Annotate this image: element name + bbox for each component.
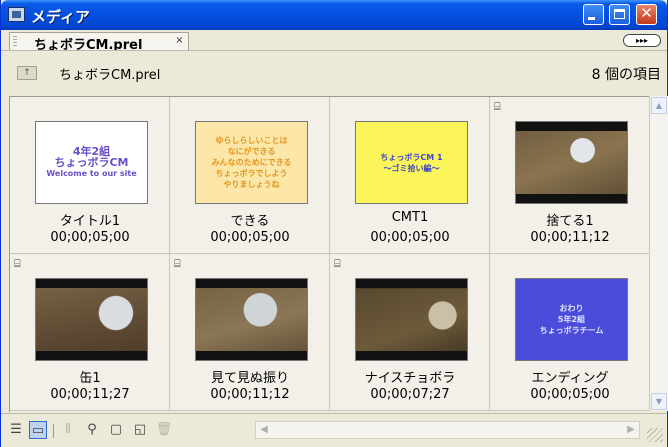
media-thumbnail[interactable] [35,278,148,361]
media-thumbnail[interactable]: 4年2組 ちょっボラCM Welcome to our site [35,121,148,204]
scroll-up-icon[interactable]: ▲ [651,97,667,114]
thumbnail-text: 〜ゴミ拾い編〜 [383,163,440,173]
media-window-icon [8,7,25,22]
thumbnail-text: ちょっボラチーム [539,326,604,335]
tab-project[interactable]: ちょボラCM.prel × [9,32,189,53]
film-clip-icon: ⌸ [494,100,501,113]
media-grid: 4年2組 ちょっボラCM Welcome to our site タイトル1 00;00… [9,96,650,412]
panel-menu-button[interactable]: ▸▸▸ [623,34,661,47]
media-item-duration: 00;00;05;00 [50,230,130,245]
media-item-name: タイトル1 [59,214,121,229]
horizontal-scrollbar[interactable]: ◀ ▶ [255,421,640,439]
item-count: 8 個の項目 [591,67,661,83]
media-item[interactable]: ⌸ 缶1 00;00;11;27 [10,254,170,411]
new-bin-icon[interactable]: ▢ [107,421,125,439]
tab-bar: ちょボラCM.prel × ▸▸▸ [1,30,667,53]
thumbnail-text: ちょっボラCM 1 [380,152,443,162]
minimize-button[interactable] [583,4,604,25]
window-title: メディア [31,8,90,26]
media-item[interactable]: ⌸ 捨てる1 00;00;11;12 [490,97,650,254]
media-item[interactable]: おわり 5年2組ちょっボラチームエンディング 00;00;05;00 [490,254,650,411]
path-bar: ↑ ちょボラCM.prel 8 個の項目 [1,50,667,95]
media-item-name: 捨てる1 [546,214,594,229]
media-item-duration: 00;00;05;00 [530,387,610,402]
maximize-button[interactable] [609,4,630,25]
film-clip-icon: ⌸ [14,257,21,270]
thumbnail-text: なにができる [227,147,276,156]
thumbnail-text: 4年2組 [72,145,111,158]
media-item-name: ナイスチョボラ [364,371,456,386]
scroll-right-icon[interactable]: ▶ [623,422,639,438]
automate-sequence-icon[interactable]: ⫴ [59,421,77,439]
media-item[interactable]: ⌸ 見て見ぬ振り 00;00;11;12 [170,254,330,411]
thumbnail-text: ちょっボラCM [54,156,129,169]
media-item-duration: 00;00;11;12 [210,387,290,402]
vertical-scrollbar[interactable]: ▲ ▼ [649,96,668,411]
resize-grip-icon[interactable] [647,428,663,442]
media-thumbnail[interactable]: ちょっボラCM 1 〜ゴミ拾い編〜 [355,121,468,204]
media-item[interactable]: ⌸ ナイスチョボラ 00;00;07;27 [330,254,490,411]
media-thumbnail[interactable] [355,278,468,361]
media-item-duration: 00;00;07;27 [370,387,450,402]
media-item-duration: 00;00;05;00 [210,230,290,245]
media-item-duration: 00;00;11;12 [530,230,610,245]
tab-close-icon[interactable]: × [174,35,185,46]
toolbar-divider [53,424,54,438]
list-view-icon[interactable]: ☰ [7,421,25,439]
film-clip-icon: ⌸ [174,257,181,270]
thumbnail-text: Welcome to our site [46,169,137,178]
thumbnail-text: ゆらしらしいことは [215,136,288,145]
media-window: メディア ✕ ちょボラCM.prel × ▸▸▸ ↑ ちょボラCM.prel 8… [0,0,668,447]
scroll-left-icon[interactable]: ◀ [256,422,272,438]
media-item-duration: 00;00;05;00 [370,230,450,245]
close-button[interactable]: ✕ [636,4,657,25]
trash-icon[interactable]: 🗑 [155,421,173,439]
media-item[interactable]: 4年2組 ちょっボラCM Welcome to our site タイトル1 00;00… [10,97,170,254]
bottom-toolbar: ☰ ▭ ⫴ ⚲ ▢ ◱ 🗑 ◀ ▶ [1,413,667,447]
media-item[interactable]: ちょっボラCM 1 〜ゴミ拾い編〜 CMT1 00;00;05;00 [330,97,490,254]
media-thumbnail[interactable]: ゆらしらしいことは なにができるみんなのためにできる ちょっボラでしよう やりましょう… [195,121,308,204]
find-icon[interactable]: ⚲ [83,421,101,439]
media-thumbnail[interactable] [195,278,308,361]
media-item-name: できる [230,214,270,229]
media-thumbnail[interactable] [515,121,628,204]
media-thumbnail[interactable]: おわり 5年2組ちょっボラチーム [515,278,628,361]
drag-grip-icon[interactable] [13,36,17,47]
folder-up-button[interactable]: ↑ [17,66,37,80]
title-bar[interactable]: メディア ✕ [1,0,667,30]
media-item-duration: 00;00;11;27 [50,387,130,402]
thumbnail-text: やりましょうね [223,180,280,189]
media-item-name: 缶1 [79,371,101,386]
close-icon: ✕ [640,4,653,22]
thumbnail-text: 5年2組 [557,315,586,324]
new-item-icon[interactable]: ◱ [131,421,149,439]
film-clip-icon: ⌸ [334,257,341,270]
thumbnail-text: ちょっボラでしよう [215,169,288,178]
media-item-name: 見て見ぬ振り [210,371,289,386]
media-item-name: エンディング [531,371,609,386]
project-path: ちょボラCM.prel [59,68,161,83]
thumbnail-text: おわり [559,304,584,313]
thumbnail-text: みんなのためにできる [211,158,292,167]
scroll-down-icon[interactable]: ▼ [651,393,667,410]
media-item[interactable]: ゆらしらしいことは なにができるみんなのためにできる ちょっボラでしよう やりましょう… [170,97,330,254]
icon-view-icon[interactable]: ▭ [29,421,47,439]
media-item-name: CMT1 [391,210,429,225]
